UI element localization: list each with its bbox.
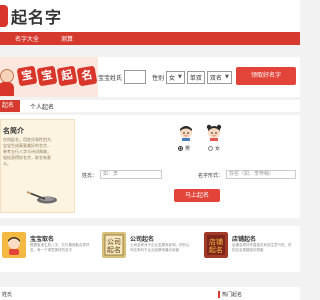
female-label: 女	[215, 146, 221, 152]
naming-panel: 名简介 在线起名，用姓氏和性别为宝宝生成寓意美好的名字，参考五行八字与诗词典故，…	[0, 115, 300, 218]
banner-illustration: 宝 宝 起 名	[0, 57, 98, 97]
name-type-field[interactable]: 双名（如：李梓萌）	[226, 170, 296, 179]
services-row: 宝宝取名 根据宝宝生辰八字、五行喜用取吉祥好名，有一个寓意美好的名字 公司 起名…	[0, 226, 300, 272]
logo[interactable]: 起名字	[0, 4, 62, 28]
logo-text: 起名字	[11, 8, 63, 27]
service-title: 宝宝取名	[30, 236, 55, 243]
main-nav: 名字大全 测算	[0, 32, 300, 45]
nav-item-names[interactable]: 名字大全	[15, 34, 39, 43]
surname-label: 宝宝姓氏	[98, 74, 123, 82]
tab-bar: 起名 个人起名	[0, 100, 300, 112]
intro-text: 在线起名，用姓氏和性别为宝宝生成寓意美好的名字，参考五行八字与诗词典故，轻松获得…	[3, 137, 51, 166]
baby-naming-banner: 宝 宝 起 名 宝宝姓氏 性别 女 ▼ 单双 双名 ▼ 领取好名字	[0, 57, 300, 97]
nav-item-test[interactable]: 测算	[61, 34, 73, 43]
banner-title-char: 名	[76, 65, 98, 87]
gender-select[interactable]: 女 ▼	[166, 70, 185, 84]
company-icon: 公司 起名	[102, 232, 126, 258]
female-radio[interactable]	[208, 146, 213, 151]
top-bar: 起名字	[0, 0, 300, 32]
name-count-value: 双名	[209, 74, 222, 82]
svg-text:起名: 起名	[209, 245, 223, 254]
character-head-icon	[0, 69, 14, 83]
brush-inkstone-icon	[26, 191, 57, 204]
banner-form: 宝宝姓氏 性别 女 ▼ 单双 双名 ▼	[98, 69, 232, 85]
male-radio[interactable]	[178, 146, 183, 151]
name-type-select[interactable]: 单双	[186, 70, 205, 84]
surname-input[interactable]	[124, 70, 147, 84]
get-name-button[interactable]: 领取好名字	[236, 67, 296, 85]
intro-title: 名简介	[3, 127, 24, 135]
gender-value: 女	[169, 74, 176, 82]
chevron-down-icon: ▼	[178, 74, 182, 80]
female-option[interactable]: 女	[208, 145, 220, 152]
baby-icon	[2, 232, 26, 258]
male-label: 男	[185, 146, 191, 152]
service-card-company[interactable]: 公司 起名 公司起名 公司名称对于企业发展有影响，好的公司名有利于企业品牌传播与…	[102, 232, 197, 262]
boy-avatar-icon	[180, 126, 192, 141]
tab-naming[interactable]: 起名	[0, 100, 21, 112]
intro-card: 名简介 在线起名，用姓氏和性别为宝宝生成寓意美好的名字，参考五行八字与诗词典故，…	[0, 119, 75, 213]
chevron-down-icon: ▼	[224, 74, 229, 80]
gender-label: 性别	[152, 74, 165, 82]
male-option[interactable]: 男	[178, 145, 190, 152]
banner-title-char: 宝	[36, 65, 58, 87]
shop-icon: 店铺 起名	[204, 232, 228, 258]
banner-title-char: 起	[56, 65, 78, 87]
service-card-shop[interactable]: 店铺 起名 店铺起名 店铺名称好坏直接关系到生意兴旺，好的店名更能吸引顾客	[204, 232, 299, 262]
name-type-field-label: 名字形式：	[198, 173, 224, 179]
svg-text:起名: 起名	[107, 245, 121, 254]
service-title: 公司起名	[130, 236, 155, 243]
bottom-section: 姓氏 热门起名	[0, 287, 300, 300]
banner-title-char: 宝	[16, 65, 38, 87]
popular-names-heading: 热门起名	[218, 291, 242, 298]
name-count-select[interactable]: 双名 ▼	[206, 70, 232, 84]
start-naming-button[interactable]: 马上起名	[174, 189, 220, 202]
page: 起名字 名字大全 测算 宝 宝 起 名 宝宝姓氏 性别 女 ▼ 单双 双名 ▼ …	[0, 0, 300, 300]
surname-field-label: 姓氏：	[82, 173, 98, 179]
character-body-icon	[0, 82, 14, 96]
service-desc: 根据宝宝生辰八字、五行喜用取吉祥好名，有一个寓意美好的名字	[30, 243, 90, 252]
banner-title: 宝 宝 起 名	[16, 65, 98, 87]
service-title: 店铺起名	[232, 236, 257, 243]
svg-text:公司: 公司	[107, 238, 121, 246]
service-desc: 公司名称对于企业发展有影响，好的公司名有利于企业品牌传播与经营	[130, 243, 190, 252]
girl-avatar-icon	[206, 124, 222, 141]
surname-field[interactable]: 如：李	[100, 170, 162, 179]
logo-mark	[0, 5, 8, 27]
service-desc: 店铺名称好坏直接关系到生意兴旺，好的店名更能吸引顾客	[232, 243, 292, 252]
service-card-baby[interactable]: 宝宝取名 根据宝宝生辰八字、五行喜用取吉祥好名，有一个寓意美好的名字	[2, 232, 97, 262]
tab-personal-naming[interactable]: 个人起名	[20, 102, 64, 111]
name-type-value: 单双	[189, 74, 202, 82]
surname-section-heading: 姓氏	[2, 292, 13, 298]
svg-text:店铺: 店铺	[209, 237, 223, 246]
